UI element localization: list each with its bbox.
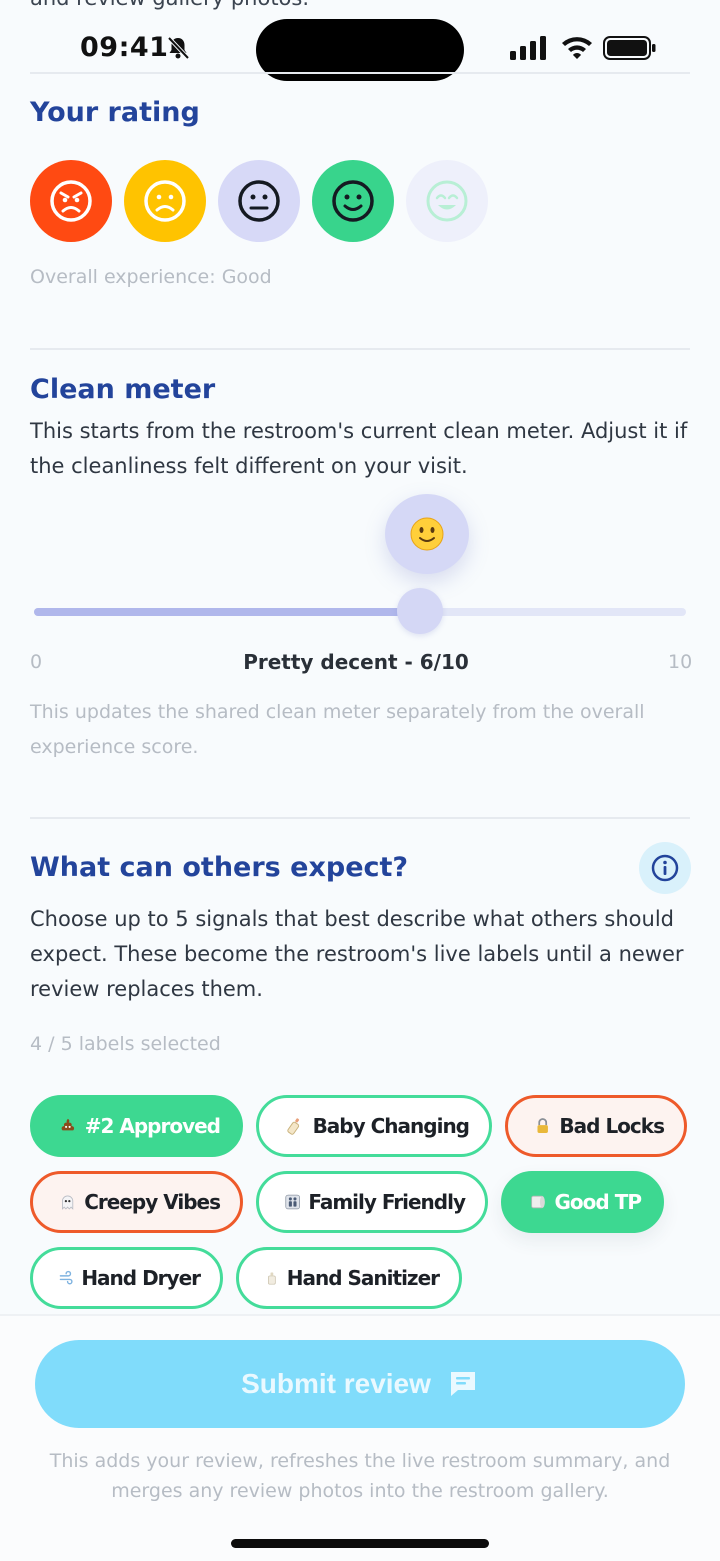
rating-faces: [30, 160, 488, 242]
submit-review-label: Submit review: [241, 1368, 431, 1399]
home-indicator[interactable]: [231, 1539, 489, 1548]
lotion-bottle-icon: [268, 1272, 276, 1285]
neutral-face-icon: [238, 180, 280, 222]
chip-label: #2 Approved: [84, 1114, 221, 1138]
slightly-smiling-face-icon: [410, 517, 444, 551]
baby-bottle-icon: [287, 1118, 300, 1135]
expect-title: What can others expect?: [30, 852, 409, 883]
section-divider: [30, 817, 690, 819]
section-divider: [30, 72, 690, 74]
cellular-signal-icon: [510, 36, 546, 60]
chip-good-tp[interactable]: Good TP: [501, 1171, 664, 1233]
clean-meter-description: This starts from the restroom's current …: [30, 419, 688, 478]
slider-max-label: 10: [668, 651, 693, 673]
chip-label: Good TP: [554, 1190, 642, 1214]
ghost-icon: [62, 1195, 74, 1210]
message-icon: [450, 1372, 475, 1396]
status-bar: 09:41: [0, 0, 720, 81]
smile-face-icon: [332, 180, 374, 222]
family-icon: [285, 1194, 300, 1210]
happy-face-icon: [426, 180, 468, 222]
chip-bad-locks[interactable]: Bad Locks: [505, 1095, 687, 1157]
status-time: 09:41: [80, 32, 169, 63]
rating-great-button[interactable]: [406, 160, 488, 242]
rating-okay-button[interactable]: [218, 160, 300, 242]
chip-hand-sanitizer[interactable]: Hand Sanitizer: [236, 1247, 462, 1309]
battery-icon: [603, 36, 656, 60]
section-divider: [30, 348, 690, 350]
rating-title: Your rating: [30, 97, 200, 128]
chip-2-approved[interactable]: #2 Approved: [30, 1095, 243, 1157]
clean-meter-title: Clean meter: [30, 374, 216, 405]
submit-footer-text: This adds your review, refreshes the liv…: [49, 1450, 671, 1502]
wind-icon: [59, 1270, 73, 1285]
wifi-icon: [562, 37, 592, 59]
bell-muted-icon: [167, 36, 190, 60]
slider-value-bubble: [385, 494, 469, 574]
labels-count: 4 / 5 labels selected: [30, 1033, 221, 1055]
lock-icon: [537, 1118, 548, 1133]
chip-label: Hand Dryer: [81, 1266, 201, 1290]
rating-good-button[interactable]: [312, 160, 394, 242]
clean-meter-slider[interactable]: [34, 608, 686, 616]
clean-meter-note: This updates the shared clean meter sepa…: [30, 701, 645, 758]
chip-family-friendly[interactable]: Family Friendly: [256, 1171, 488, 1233]
angry-face-icon: [50, 180, 92, 222]
chip-label: Hand Sanitizer: [286, 1266, 440, 1290]
chip-baby-changing[interactable]: Baby Changing: [256, 1095, 492, 1157]
info-button[interactable]: [639, 842, 691, 894]
expect-description: Choose up to 5 signals that best describ…: [30, 907, 684, 1001]
slider-fill: [34, 608, 426, 616]
toilet-paper-icon: [531, 1195, 545, 1209]
chip-hand-dryer[interactable]: Hand Dryer: [30, 1247, 223, 1309]
poop-icon: [61, 1118, 75, 1131]
chip-label: Family Friendly: [308, 1190, 466, 1214]
slider-thumb[interactable]: [397, 588, 443, 634]
submit-review-button[interactable]: Submit review: [35, 1340, 685, 1428]
rating-bad-button[interactable]: [124, 160, 206, 242]
chip-creepy-vibes[interactable]: Creepy Vibes: [30, 1171, 243, 1233]
slider-value-label: Pretty decent - 6/10: [243, 650, 469, 674]
rating-very-bad-button[interactable]: [30, 160, 112, 242]
chip-label: Creepy Vibes: [84, 1190, 221, 1214]
info-icon: [651, 854, 679, 882]
rating-caption: Overall experience: Good: [30, 266, 272, 288]
chip-label: Bad Locks: [559, 1114, 665, 1138]
chip-label: Baby Changing: [312, 1114, 470, 1138]
sad-face-icon: [144, 180, 186, 222]
